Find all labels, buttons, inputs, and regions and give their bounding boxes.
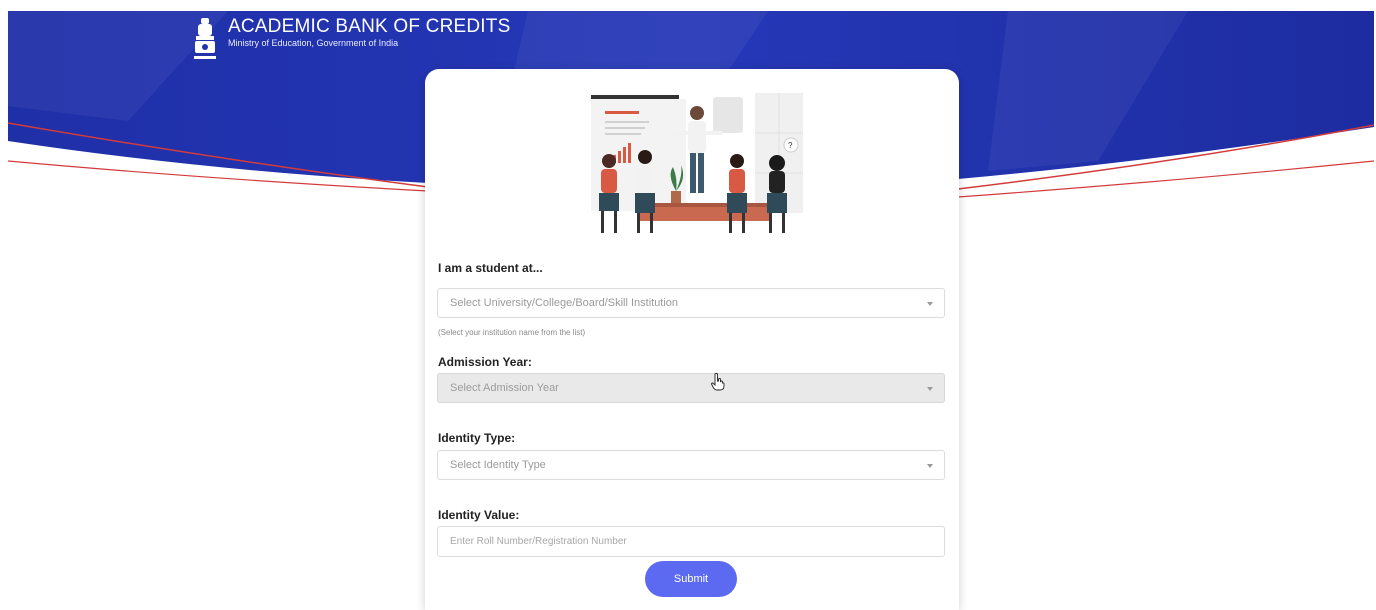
institution-hint: (Select your institution name from the l… <box>438 328 586 337</box>
identity-value-label: Identity Value: <box>438 508 520 522</box>
institution-select-placeholder: Select University/College/Board/Skill In… <box>450 297 679 309</box>
admission-year-label: Admission Year: <box>438 355 532 369</box>
identity-value-input[interactable] <box>437 526 945 557</box>
student-form-card: ? I am a student at... Select University… <box>425 69 959 610</box>
dropdown-arrow-icon <box>927 302 933 306</box>
svg-text:?: ? <box>788 141 793 150</box>
dropdown-arrow-icon <box>927 464 933 468</box>
national-emblem-icon <box>194 18 216 59</box>
admission-year-placeholder: Select Admission Year <box>450 382 559 394</box>
identity-type-placeholder: Select Identity Type <box>450 459 546 471</box>
hand-pointer-cursor-icon <box>711 373 725 391</box>
brand-header: ACADEMIC BANK OF CREDITS Ministry of Edu… <box>192 16 510 62</box>
admission-year-select[interactable]: Select Admission Year <box>437 373 945 403</box>
institution-select[interactable]: Select University/College/Board/Skill In… <box>437 288 945 318</box>
institution-label: I am a student at... <box>438 261 543 275</box>
classroom-presentation-illustration: ? <box>591 93 803 233</box>
dropdown-arrow-icon <box>927 387 933 391</box>
submit-button[interactable]: Submit <box>645 561 737 597</box>
identity-type-label: Identity Type: <box>438 431 516 445</box>
identity-type-select[interactable]: Select Identity Type <box>437 450 945 480</box>
app-subtitle: Ministry of Education, Government of Ind… <box>228 38 399 48</box>
app-title: ACADEMIC BANK OF CREDITS <box>228 16 511 37</box>
